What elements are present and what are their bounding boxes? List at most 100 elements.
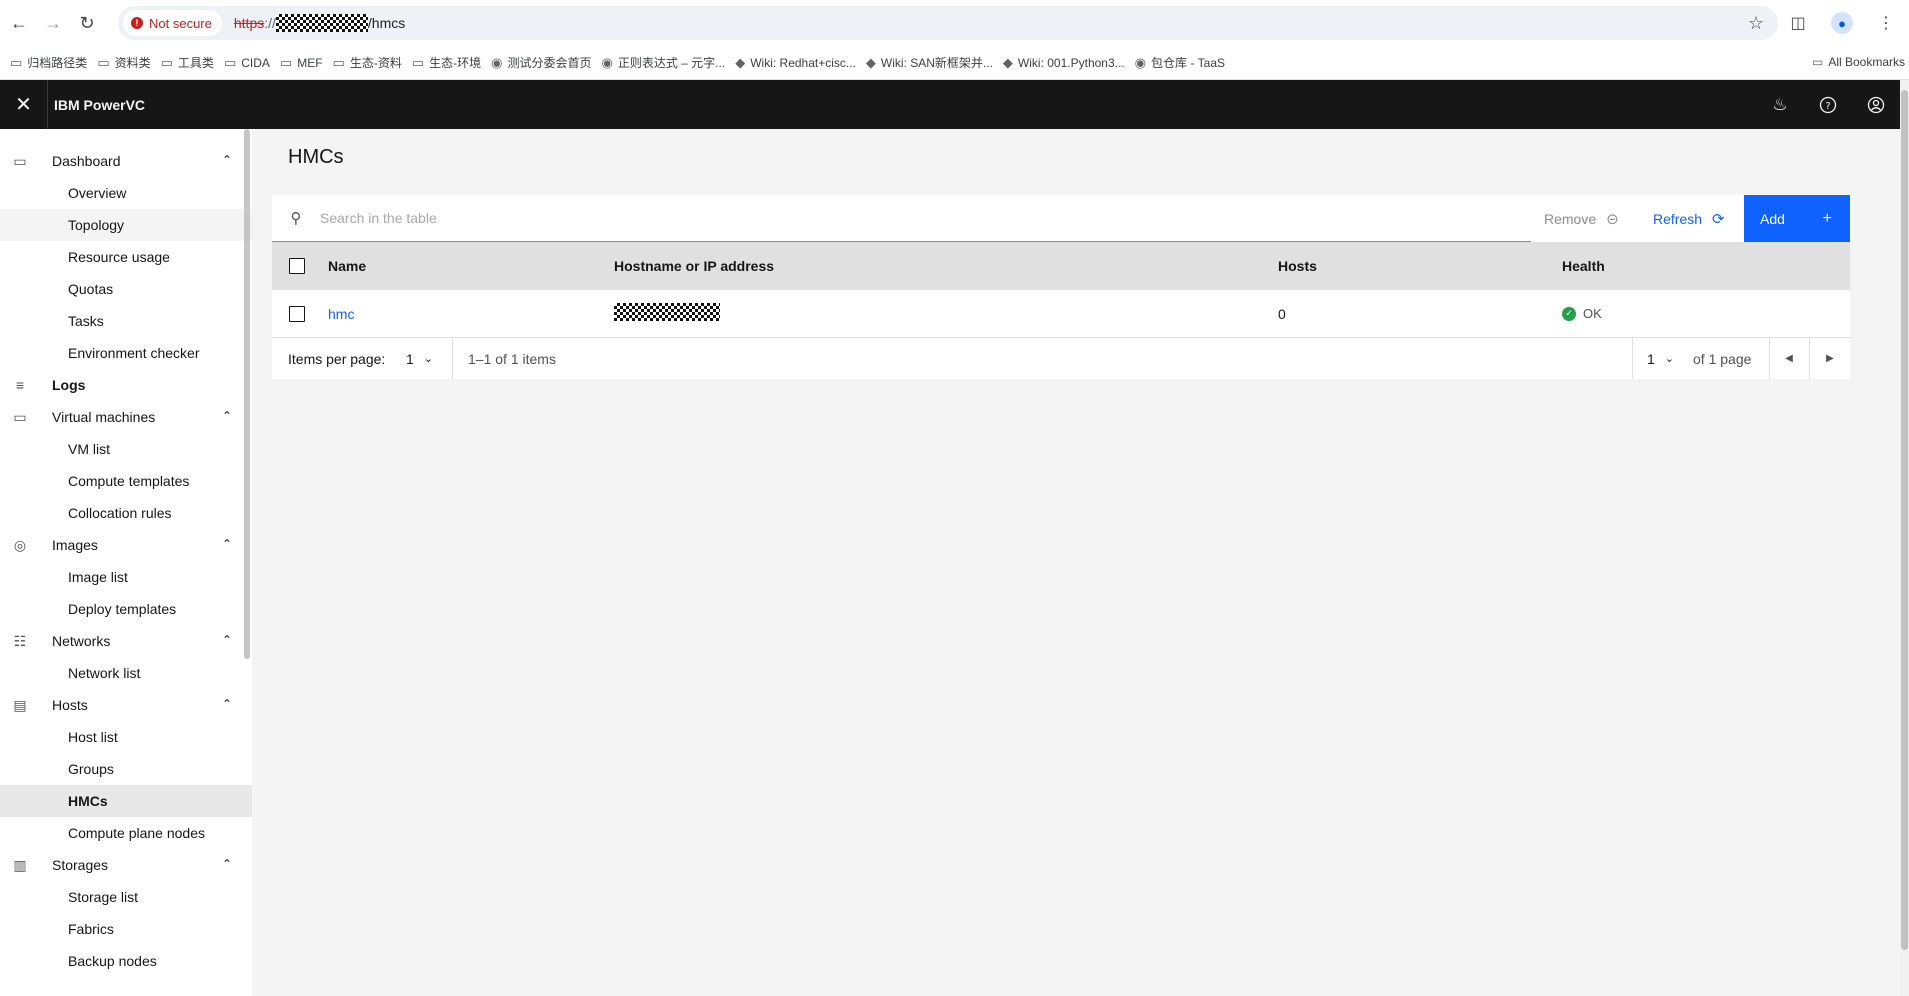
sidebar-item-overview[interactable]: Overview (0, 177, 252, 209)
chevron-up-icon[interactable]: ⌃ (222, 409, 232, 423)
sidebar-scrollbar[interactable] (244, 129, 250, 659)
row-checkbox[interactable] (289, 305, 305, 322)
sidebar-group-images[interactable]: ◎ Images ⌃ (0, 529, 252, 561)
sidebar-item-vm-list[interactable]: VM list (0, 433, 252, 465)
sidebar-item-fabrics[interactable]: Fabrics (0, 913, 252, 945)
bookmark-item[interactable]: ▭ 归档路径类 (10, 54, 87, 71)
back-icon[interactable]: ← (4, 8, 34, 38)
bookmark-star-icon[interactable]: ☆ (1748, 13, 1764, 34)
hosts-cell: 0 (1278, 305, 1286, 322)
bookmark-item[interactable]: ◆ Wiki: SAN新框架并... (866, 54, 993, 71)
sidebar-item-quotas[interactable]: Quotas (0, 273, 252, 305)
folder-icon: ▭ (97, 54, 110, 70)
folder-icon: ▭ (160, 54, 173, 70)
chevron-up-icon[interactable]: ⌃ (222, 857, 232, 871)
table-header: Name Hostname or IP address Hosts Health (272, 242, 1850, 290)
forward-icon[interactable]: → (38, 8, 68, 38)
sidebar-item-backup-nodes[interactable]: Backup nodes (0, 945, 252, 977)
bookmark-item[interactable]: ◆ Wiki: Redhat+cisc... (735, 55, 856, 71)
bookmark-item[interactable]: ◉ 正则表达式 – 元字... (602, 54, 726, 71)
remove-button[interactable]: Remove ⊝ (1544, 195, 1635, 242)
sidebar-item-groups[interactable]: Groups (0, 753, 252, 785)
address-bar[interactable]: ! Not secure https :// /hmcs ☆ (118, 6, 1778, 40)
sidebar-item-compute-templates[interactable]: Compute templates (0, 465, 252, 497)
chevron-up-icon[interactable]: ⌃ (222, 633, 232, 647)
sidebar-item-topology[interactable]: Topology (0, 209, 252, 241)
sidebar-item-network-list[interactable]: Network list (0, 657, 252, 689)
sidebar-item-storage-list[interactable]: Storage list (0, 881, 252, 913)
sidebar-group-logs[interactable]: ≡ Logs (0, 369, 252, 401)
column-header-hosts[interactable]: Hosts (1278, 258, 1317, 274)
sidebar-item-resource-usage[interactable]: Resource usage (0, 241, 252, 273)
chevron-down-icon: ⌄ (423, 353, 434, 365)
ip-redacted (614, 303, 720, 321)
table-row: hmc 0 ✓ OK (272, 290, 1850, 338)
bookmark-item[interactable]: ▭ MEF (280, 55, 323, 71)
bookmark-item[interactable]: ▭ 生态-资料 (333, 54, 402, 71)
sidebar-group-networks[interactable]: ☷ Networks ⌃ (0, 625, 252, 657)
add-button[interactable]: Add + (1744, 195, 1850, 242)
previous-page-icon[interactable]: ◀ (1769, 338, 1809, 379)
sidebar-item-deploy-templates[interactable]: Deploy templates (0, 593, 252, 625)
next-page-icon[interactable]: ▶ (1810, 338, 1850, 379)
window-scrollbar[interactable] (1900, 80, 1909, 996)
bookmark-item[interactable]: ▭ CIDA (224, 55, 270, 71)
log-icon: ≡ (15, 377, 25, 393)
close-icon[interactable]: ✕ (0, 80, 48, 129)
help-icon[interactable]: ? (1804, 80, 1852, 129)
chevron-up-icon[interactable]: ⌃ (222, 697, 232, 711)
sidebar-item-hmcs[interactable]: HMCs (0, 785, 252, 817)
folder-icon: ▭ (10, 54, 23, 70)
bookmarks-bar: ▭ 归档路径类 ▭ 资料类 ▭ 工具类 ▭ CIDA ▭ MEF ▭ 生态-资料 ▭ 生态-环境 ◉ 测试分委… (0, 46, 1909, 80)
url-separator: :// (264, 15, 276, 31)
chevron-up-icon[interactable]: ⌃ (222, 537, 232, 551)
folder-icon: ▭ (411, 54, 425, 70)
all-bookmarks-button[interactable]: ▭ All Bookmarks (1812, 55, 1905, 69)
bookmark-item[interactable]: ◉ 包仓库 - TaaS (1135, 54, 1225, 71)
subtract-circle-icon: ⊝ (1606, 210, 1619, 228)
column-header-hostname[interactable]: Hostname or IP address (614, 258, 774, 274)
bookmark-item[interactable]: ▭ 生态-环境 (412, 54, 481, 71)
bookmark-item[interactable]: ◆ Wiki: 001.Python3... (1003, 55, 1125, 71)
column-header-name[interactable]: Name (328, 258, 366, 274)
network-icon: ☷ (13, 632, 27, 649)
browser-toolbar: ← → ↻ ! Not secure https :// /hmcs ☆ ◫ ●… (0, 0, 1909, 46)
sidebar-item-tasks[interactable]: Tasks (0, 305, 252, 337)
select-all-checkbox[interactable] (289, 258, 305, 274)
page-icon: ◉ (1134, 54, 1146, 70)
hmc-name-link[interactable]: hmc (328, 306, 354, 322)
bookmark-item[interactable]: ◉ 测试分委会首页 (491, 54, 591, 71)
sidebar-group-dashboard[interactable]: ▭ Dashboard ⌃ (0, 145, 252, 177)
search-input[interactable] (320, 210, 1500, 226)
page-title: HMCs (288, 146, 344, 168)
notification-icon[interactable]: ♨ (1756, 80, 1804, 129)
wiki-icon: ◆ (865, 54, 876, 70)
sidebar-item-compute-plane-nodes[interactable]: Compute plane nodes (0, 817, 252, 849)
sidebar-group-virtual-machines[interactable]: ▭ Virtual machines ⌃ (0, 401, 252, 433)
table-search: ⚲ (272, 195, 1531, 242)
column-header-health[interactable]: Health (1562, 258, 1605, 274)
sidebar-item-host-list[interactable]: Host list (0, 721, 252, 753)
bookmark-item[interactable]: ▭ 资料类 (97, 54, 150, 71)
sidebar-item-collocation-rules[interactable]: Collocation rules (0, 497, 252, 529)
bookmark-item[interactable]: ▭ 工具类 (161, 54, 214, 71)
refresh-icon: ⟳ (1712, 210, 1725, 228)
items-range: 1–1 of 1 items (468, 350, 556, 367)
user-profile-icon[interactable] (1852, 80, 1900, 129)
extensions-icon[interactable]: ◫ (1783, 8, 1813, 38)
browser-menu-icon[interactable]: ⋮ (1871, 8, 1901, 38)
sidebar-group-hosts[interactable]: ▤ Hosts ⌃ (0, 689, 252, 721)
sidebar-item-image-list[interactable]: Image list (0, 561, 252, 593)
items-per-page-select[interactable]: 1 ⌄ (406, 351, 433, 367)
chevron-up-icon[interactable]: ⌃ (222, 153, 232, 167)
storage-icon: ▥ (13, 856, 27, 873)
sidebar-group-storages[interactable]: ▥ Storages ⌃ (0, 849, 252, 881)
refresh-button[interactable]: Refresh ⟳ (1653, 195, 1725, 242)
page-select[interactable]: 1 ⌄ (1647, 351, 1674, 367)
sidebar: ▭ Dashboard ⌃ Overview Topology Resource usag… (0, 129, 252, 996)
checkmark-filled-icon: ✓ (1562, 306, 1576, 321)
security-badge[interactable]: ! Not secure (123, 10, 222, 36)
profile-icon[interactable]: ● (1827, 8, 1857, 38)
sidebar-item-environment-checker[interactable]: Environment checker (0, 337, 252, 369)
reload-icon[interactable]: ↻ (72, 8, 102, 38)
